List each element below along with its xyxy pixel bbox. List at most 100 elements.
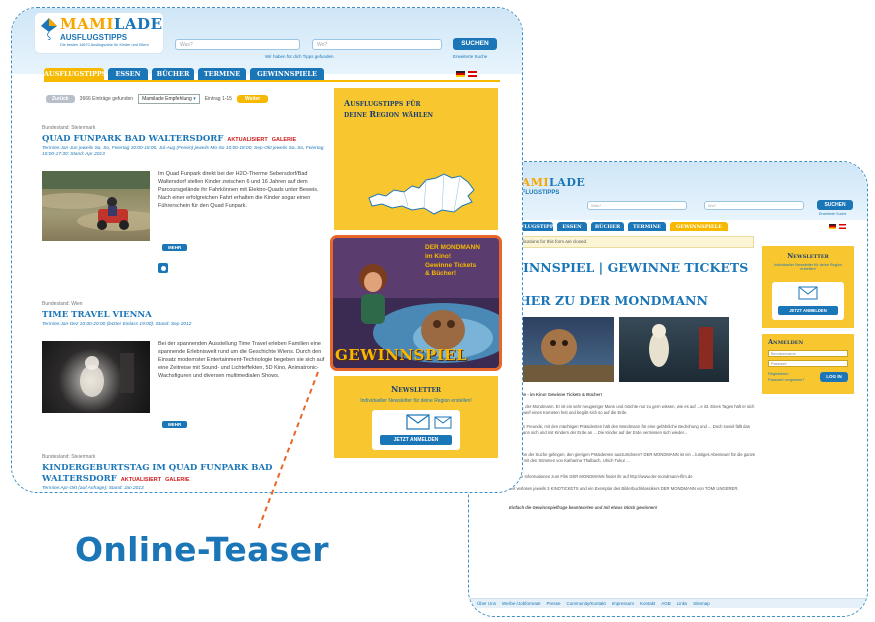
entry-title-text: QUAD FUNPARK BAD WALTERSDORF xyxy=(42,134,224,144)
search-what-input[interactable]: Was? xyxy=(587,201,687,210)
footer-link[interactable]: Community/Kontakt xyxy=(566,601,605,606)
intro-heading: ...dmann - im Kino! Gewinne Tickets & Bü… xyxy=(509,392,602,397)
search-button[interactable]: SUCHEN xyxy=(817,200,853,210)
footer-link[interactable]: Impressum xyxy=(612,601,634,606)
footer-link[interactable]: Links xyxy=(677,601,688,606)
pager-next-button[interactable]: Weiter xyxy=(236,95,269,103)
timetravel-photo-image xyxy=(80,353,134,397)
entry-title[interactable]: KINDERGEBURTSTAG IM QUAD FUNPARK BAD WAL… xyxy=(42,463,332,485)
footer-link[interactable]: Sitemap xyxy=(693,601,710,606)
movie-still-1-image xyxy=(509,329,614,382)
extended-search-link[interactable]: Erweiterte Suche xyxy=(453,54,487,59)
region-picker-box: Ausflugstipps für deine Region wählen xyxy=(334,88,498,230)
result-count: 3666 Einträge gefunden xyxy=(79,96,134,102)
newsletter-text: Individueller Newsletter für deine Regio… xyxy=(773,263,843,271)
nav-tab-gewinnspiele[interactable]: GEWINNSPIELE xyxy=(250,68,324,80)
search-button[interactable]: SUCHEN xyxy=(453,38,497,50)
teaser-banner: GEWINNSPIEL xyxy=(335,346,468,364)
newsletter-title: Newsletter xyxy=(390,384,442,394)
flag-de-icon[interactable] xyxy=(456,71,465,77)
logo-main-part2: LADE xyxy=(113,15,163,33)
newsletter-card[interactable]: JETZT ANMELDEN xyxy=(772,282,844,320)
tag-aktualisiert: AKTUALISIERT xyxy=(227,137,268,143)
password-input[interactable]: Passwort xyxy=(768,360,848,367)
logo[interactable]: MAMILADE AUSFLUGSTIPPS Die besten 16670 … xyxy=(34,12,164,54)
teaser-text: DER MONDMANN im Kino! Gewinne Tickets & … xyxy=(425,244,499,279)
teaser-line4: & Bücher! xyxy=(425,270,457,278)
tag-galerie[interactable]: GALERIE xyxy=(165,477,189,483)
nav-tab-gewinnspiele[interactable]: GEWINNSPIELE xyxy=(670,222,728,231)
footer-link[interactable]: Kontakt xyxy=(640,601,655,606)
site-header: MAMILADE AUSFLUGSTIPPS Was? Wo? SUCHEN E… xyxy=(469,162,867,220)
nav-tab-buecher[interactable]: BÜCHER xyxy=(152,68,194,80)
paragraph-2: ...nanten Freunde, mit den mächtigen Prä… xyxy=(509,424,750,436)
footer-link[interactable]: Presse xyxy=(546,601,560,606)
entry-meta: Termine:Jan-Jun jeweils Sa, So, Feiertag… xyxy=(42,146,324,158)
search-hint: Wir haben für dich Tipps gefunden xyxy=(265,54,334,59)
entry-region: Bundesland: Wien xyxy=(42,301,83,307)
newsletter-box: Newsletter Individueller Newsletter für … xyxy=(334,376,498,458)
nav-tab-ausflugstipps[interactable]: AUSFLUGSTIPPS xyxy=(44,68,107,80)
footer-link[interactable]: AGB xyxy=(661,601,671,606)
entry-region: Bundesland: Steiermark xyxy=(42,454,96,460)
country-flags xyxy=(829,224,846,229)
tag-aktualisiert: AKTUALISIERT xyxy=(120,477,162,484)
forgot-password-link[interactable]: Passwort vergessen? xyxy=(768,378,804,383)
footer-link[interactable]: Über Uns xyxy=(477,601,496,606)
nav-tab-essen[interactable]: ESSEN xyxy=(557,222,587,231)
username-input[interactable]: Benutzername xyxy=(768,350,848,357)
nav-tab-buecher[interactable]: BÜCHER xyxy=(591,222,624,231)
logo-subtitle: AUSFLUGSTIPPS xyxy=(60,33,128,42)
closed-notice: ...pplications for this form are closed. xyxy=(509,236,754,248)
share-icon[interactable] xyxy=(158,263,168,273)
search-what-input[interactable]: Was? xyxy=(175,39,300,50)
country-flags xyxy=(456,71,477,77)
movie-still-2[interactable] xyxy=(619,317,729,382)
sort-select[interactable]: Mamilade Empfehlung ▾ xyxy=(138,94,200,104)
flag-at-icon[interactable] xyxy=(468,71,477,77)
search-where-input[interactable]: Wo? xyxy=(312,39,442,50)
paragraph-5: Wir verlosen jeweils 3 KINOTICKETS und e… xyxy=(509,486,739,491)
listing-page: MAMILADE AUSFLUGSTIPPS Die besten 16670 … xyxy=(12,8,522,492)
search-where-input[interactable]: Wo? xyxy=(704,201,804,210)
nav-underline xyxy=(44,80,500,82)
footer-link[interactable]: Werbe-/Jobformate xyxy=(502,601,540,606)
newsletter-text: Individueller Newsletter für deine Regio… xyxy=(360,398,472,404)
result-range: Eintrag 1-15 xyxy=(204,96,232,102)
logo-main-part1: MAMI xyxy=(60,15,114,33)
entry-photo-timetravel[interactable] xyxy=(42,341,150,413)
entry-title[interactable]: TIME TRAVEL VIENNA xyxy=(42,310,332,320)
entry-title[interactable]: QUAD FUNPARK BAD WALTERSDORF AKTUALISIERT… xyxy=(42,134,332,144)
newsletter-box: Newsletter Individueller Newsletter für … xyxy=(762,246,854,328)
nav-tab-essen[interactable]: ESSEN xyxy=(108,68,148,80)
newsletter-signup-button[interactable]: JETZT ANMELDEN xyxy=(380,435,452,445)
newsletter-card[interactable]: JETZT ANMELDEN xyxy=(372,410,460,450)
entry-meta: Termine:Apr-Okt (auf Anfrage); Stand: Ja… xyxy=(42,486,144,491)
teaser-line2: im Kino! xyxy=(425,252,451,260)
austria-map-icon[interactable] xyxy=(364,168,479,220)
gewinnspiel-page: MAMILADE AUSFLUGSTIPPS Was? Wo? SUCHEN E… xyxy=(469,162,867,616)
main-nav: AUSFLUGSTIPPS ESSEN BÜCHER TERMINE GEWIN… xyxy=(509,222,728,231)
chevron-down-icon: ▾ xyxy=(193,96,196,102)
gewinnspiel-teaser[interactable]: DER MONDMANN im Kino! Gewinne Tickets & … xyxy=(330,235,502,371)
pager-back-button[interactable]: Zurück xyxy=(46,95,75,103)
tag-galerie[interactable]: GALERIE xyxy=(272,137,296,143)
newsletter-signup-button[interactable]: JETZT ANMELDEN xyxy=(778,306,838,315)
flag-de-icon[interactable] xyxy=(829,224,836,229)
login-button[interactable]: LOG IN xyxy=(820,372,848,382)
entry-region: Bundesland: Steiermark xyxy=(42,125,96,131)
movie-still-1[interactable] xyxy=(509,317,614,382)
paragraph-3: ...mal von der Suche gelingen, den gieri… xyxy=(509,452,756,464)
register-link[interactable]: Registrieren xyxy=(768,372,788,377)
nav-tab-termine[interactable]: TERMINE xyxy=(628,222,666,231)
nav-tab-termine[interactable]: TERMINE xyxy=(198,68,246,80)
page-title-line2: CHER ZU DER MONDMANN xyxy=(509,292,708,308)
entry-photo-quad[interactable] xyxy=(42,171,150,241)
flag-at-icon[interactable] xyxy=(839,224,846,229)
more-button[interactable]: MEHR xyxy=(162,244,188,251)
main-nav: AUSFLUGSTIPPS ESSEN BÜCHER TERMINE GEWIN… xyxy=(44,68,324,80)
paragraph-4: Weitere Informationen zum Film DER MONDM… xyxy=(509,474,693,479)
teaser-line1: DER MONDMANN xyxy=(425,244,480,251)
more-button[interactable]: MEHR xyxy=(162,421,188,428)
extended-search-link[interactable]: Erweiterte Suche xyxy=(819,212,846,216)
